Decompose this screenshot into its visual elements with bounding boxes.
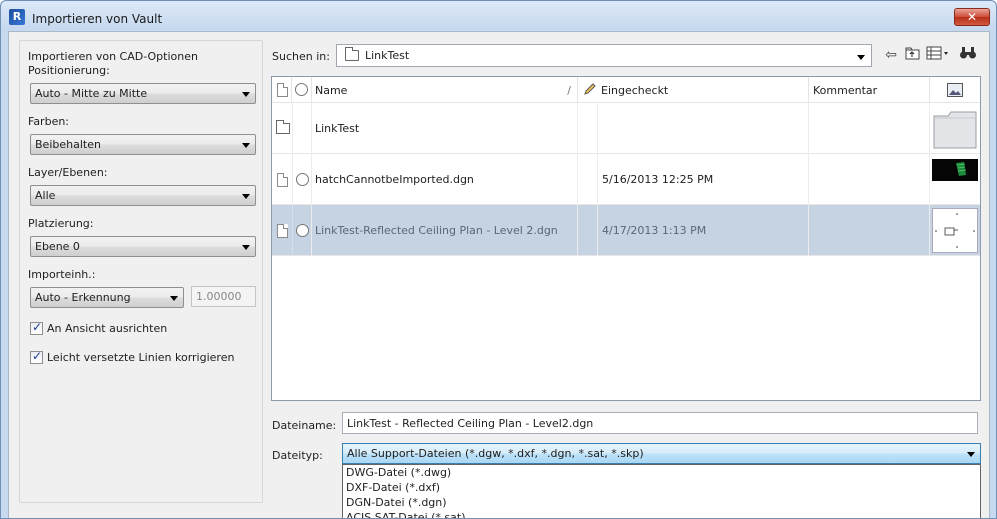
name-cell: LinkTest bbox=[312, 103, 578, 154]
header-checkedin-column[interactable]: Eingecheckt bbox=[578, 77, 809, 103]
location-select[interactable]: LinkTest bbox=[336, 44, 872, 67]
pencil-icon bbox=[584, 83, 596, 95]
check-icon: ✓ bbox=[32, 320, 43, 334]
cad-options-title: Importieren von CAD-Optionen bbox=[28, 50, 198, 63]
header-checkedin-label: Eingecheckt bbox=[601, 84, 669, 97]
filetype-option-dxf[interactable]: DXF-Datei (*.dxf) bbox=[343, 480, 980, 495]
positioning-label: Positionierung: bbox=[28, 64, 110, 77]
units-value: Auto - Erkennung bbox=[35, 291, 131, 304]
sort-indicator-icon: / bbox=[567, 84, 571, 97]
checkbox-box: ✓ bbox=[30, 349, 43, 364]
filetype-option-sat[interactable]: ACIS SAT-Datei (*.sat) bbox=[343, 510, 980, 518]
orient-to-view-checkbox[interactable]: ✓ An Ansicht ausrichten bbox=[30, 320, 168, 335]
name-cell: LinkTest-Reflected Ceiling Plan - Level … bbox=[312, 205, 578, 256]
folder-thumbnail bbox=[933, 111, 977, 149]
dialog-title: Importieren von Vault bbox=[32, 12, 163, 26]
chevron-down-icon bbox=[242, 245, 250, 250]
document-icon bbox=[277, 173, 288, 187]
checkedin-cell bbox=[598, 103, 809, 154]
filetype-option-dgn[interactable]: DGN-Datei (*.dgn) bbox=[343, 495, 980, 510]
chevron-down-icon bbox=[967, 452, 975, 457]
checkbox-box: ✓ bbox=[30, 320, 43, 335]
placement-value: Ebene 0 bbox=[35, 240, 80, 253]
units-label: Importeinh.: bbox=[28, 268, 96, 281]
layers-select[interactable]: Alle bbox=[30, 185, 256, 206]
filetype-select[interactable]: Alle Support-Dateien (*.dgw, *.dxf, *.dg… bbox=[342, 443, 981, 464]
chevron-down-icon bbox=[242, 143, 250, 148]
colors-label: Farben: bbox=[28, 115, 70, 128]
positioning-value: Auto - Mitte zu Mitte bbox=[35, 87, 148, 100]
status-circle-icon bbox=[295, 83, 308, 96]
placement-label: Platzierung: bbox=[28, 217, 94, 230]
correct-lines-checkbox[interactable]: ✓ Leicht versetzte Linien korrigieren bbox=[30, 349, 235, 364]
chevron-down-icon bbox=[242, 194, 250, 199]
lock-cell bbox=[578, 103, 598, 154]
lock-cell bbox=[578, 154, 598, 205]
header-preview-column[interactable] bbox=[930, 77, 980, 103]
header-comment-column[interactable]: Kommentar bbox=[809, 77, 930, 103]
filetype-label: Dateityp: bbox=[272, 449, 323, 462]
back-icon[interactable]: ⇦ bbox=[882, 46, 900, 64]
colors-value: Beibehalten bbox=[35, 138, 101, 151]
location-value: LinkTest bbox=[365, 49, 410, 62]
correct-label: Leicht versetzte Linien korrigieren bbox=[47, 351, 235, 364]
dialog-body: Importieren von CAD-Optionen Positionier… bbox=[8, 31, 990, 518]
plan-thumbnail bbox=[932, 208, 978, 253]
comment-cell bbox=[809, 154, 930, 205]
status-cell bbox=[292, 103, 312, 154]
document-icon bbox=[277, 83, 288, 97]
checkedin-cell: 4/17/2013 1:13 PM bbox=[598, 205, 809, 256]
file-list-header: Name / Eingecheckt Kommentar bbox=[272, 77, 980, 103]
folder-icon bbox=[276, 120, 290, 134]
chevron-down-icon bbox=[857, 55, 865, 60]
filename-label: Dateiname: bbox=[272, 419, 337, 432]
colors-select[interactable]: Beibehalten bbox=[30, 134, 256, 155]
units-select[interactable]: Auto - Erkennung bbox=[30, 287, 184, 308]
file-list[interactable]: Name / Eingecheckt Kommentar LinkTest ha… bbox=[271, 76, 981, 401]
title-bar: R Importieren von Vault ✕ bbox=[1, 1, 996, 31]
revit-app-icon: R bbox=[9, 9, 25, 25]
placement-select[interactable]: Ebene 0 bbox=[30, 236, 256, 257]
lock-cell bbox=[578, 205, 598, 256]
layers-value: Alle bbox=[35, 189, 56, 202]
import-dialog: R Importieren von Vault ✕ Importieren vo… bbox=[0, 0, 997, 519]
header-status-column[interactable] bbox=[292, 77, 312, 103]
status-cell bbox=[292, 154, 312, 205]
check-icon: ✓ bbox=[32, 349, 43, 363]
document-icon bbox=[277, 224, 288, 238]
comment-cell bbox=[809, 103, 930, 154]
orient-label: An Ansicht ausrichten bbox=[47, 322, 168, 335]
header-name-column[interactable]: Name / bbox=[312, 77, 578, 103]
header-type-column[interactable] bbox=[272, 77, 292, 103]
header-name-label: Name bbox=[315, 84, 348, 97]
image-icon bbox=[947, 83, 963, 97]
search-in-label: Suchen in: bbox=[272, 50, 330, 63]
filetype-value: Alle Support-Dateien (*.dgw, *.dxf, *.dg… bbox=[347, 447, 644, 460]
scale-input[interactable]: 1.00000 bbox=[191, 286, 256, 307]
name-cell: hatchCannotbeImported.dgn bbox=[312, 154, 578, 205]
find-icon[interactable] bbox=[959, 46, 977, 64]
filetype-option-dwg[interactable]: DWG-Datei (*.dwg) bbox=[343, 465, 980, 480]
chevron-down-icon bbox=[170, 296, 178, 301]
status-cell bbox=[292, 205, 312, 256]
checkedin-cell: 5/16/2013 12:25 PM bbox=[598, 154, 809, 205]
comment-cell bbox=[809, 205, 930, 256]
layers-label: Layer/Ebenen: bbox=[28, 166, 108, 179]
close-button[interactable]: ✕ bbox=[954, 8, 990, 26]
chevron-down-icon bbox=[242, 92, 250, 97]
file-row-folder[interactable]: LinkTest bbox=[272, 103, 980, 154]
header-comment-label: Kommentar bbox=[813, 84, 878, 97]
cad-options-group: Importieren von CAD-Optionen Positionier… bbox=[19, 40, 263, 503]
file-row-selected[interactable]: LinkTest-Reflected Ceiling Plan - Level … bbox=[272, 205, 980, 256]
positioning-select[interactable]: Auto - Mitte zu Mitte bbox=[30, 83, 256, 104]
up-folder-icon[interactable] bbox=[904, 46, 922, 64]
file-row[interactable]: hatchCannotbeImported.dgn 5/16/2013 12:2… bbox=[272, 154, 980, 205]
folder-icon bbox=[345, 47, 359, 61]
filename-input[interactable]: LinkTest - Reflected Ceiling Plan - Leve… bbox=[342, 412, 978, 434]
hatch-thumbnail bbox=[932, 159, 978, 181]
filetype-dropdown-list: DWG-Datei (*.dwg) DXF-Datei (*.dxf) DGN-… bbox=[342, 464, 981, 518]
views-icon[interactable] bbox=[926, 46, 952, 64]
